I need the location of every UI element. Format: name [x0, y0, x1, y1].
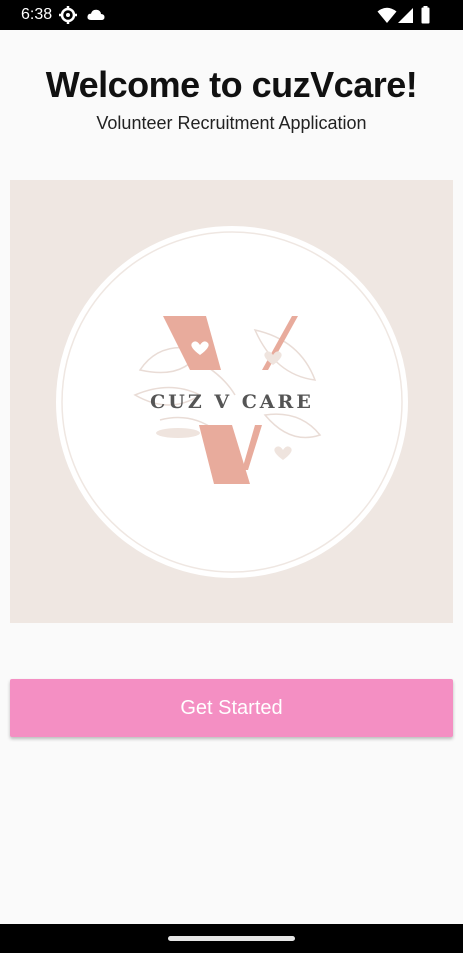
navigation-bar — [0, 924, 463, 953]
status-bar: 6:38 — [0, 0, 463, 30]
app-screen: 6:38 Welcome to cuzVcare! Volunteer Recr… — [0, 0, 463, 953]
home-gesture-handle[interactable] — [168, 936, 295, 941]
status-time: 6:38 — [21, 6, 53, 23]
battery-icon — [416, 5, 436, 25]
settings-gear-icon — [58, 5, 78, 25]
welcome-title: Welcome to cuzVcare! — [45, 64, 418, 105]
cloud-icon — [86, 5, 106, 25]
logo-wordmark: CUZ V CARE — [150, 391, 314, 413]
logo-image: CUZ V CARE — [10, 180, 453, 623]
wifi-icon — [377, 5, 397, 25]
app-subtitle: Volunteer Recruitment Application — [96, 113, 367, 133]
get-started-button[interactable]: Get Started — [10, 679, 453, 737]
cellular-signal-icon — [396, 5, 416, 25]
